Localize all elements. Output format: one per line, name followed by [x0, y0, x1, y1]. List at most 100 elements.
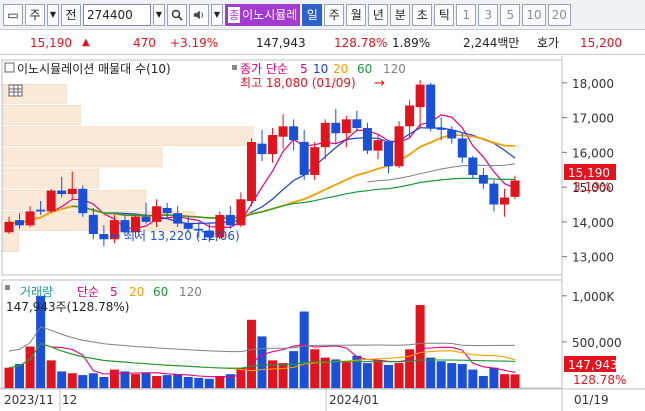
candle-body	[246, 141, 256, 202]
volume-bar	[436, 361, 446, 388]
candle-body	[415, 84, 425, 108]
price-panel-title: 이노시뮬레이션 매물대 수(10)	[17, 62, 171, 76]
volume-bar	[310, 349, 320, 388]
vol-ma-prefix: 단순	[77, 285, 99, 299]
last-pct-tag: 3.19%	[573, 180, 611, 194]
candle-body	[426, 84, 436, 129]
candle-body	[88, 214, 98, 235]
candle-body	[162, 207, 172, 214]
volume-tick-label: 1,000K	[572, 290, 615, 304]
type-dropdown-icon[interactable]: ▼	[47, 3, 59, 26]
search-icon[interactable]	[167, 3, 187, 26]
code-input[interactable]: 274400	[83, 3, 151, 26]
candle-body	[499, 197, 509, 205]
candle-body	[457, 138, 467, 158]
chart-area: 13,000 14,000 15,000 16,000 17,000 18,000 500,…	[0, 56, 645, 411]
volume-bar	[394, 363, 404, 388]
volume-bar	[88, 373, 98, 388]
volume-bar	[4, 367, 14, 388]
volume-bar	[373, 360, 383, 388]
period-tick[interactable]: 틱	[434, 3, 455, 26]
speaker-icon[interactable]	[189, 3, 209, 26]
candle-body	[468, 157, 478, 175]
volume-bar	[426, 357, 436, 388]
period-week[interactable]: 주	[324, 3, 345, 26]
volume-bar	[15, 364, 25, 388]
volume-bar	[510, 374, 520, 388]
volume-bar	[468, 369, 478, 388]
candle-body	[173, 213, 183, 224]
interval-5[interactable]: 5	[500, 3, 521, 26]
volume-marker-icon	[5, 285, 10, 290]
price-tick-label: 18,000	[572, 77, 614, 91]
volume-bar	[489, 367, 499, 388]
speaker-dropdown-icon[interactable]: ▼	[211, 3, 223, 26]
current-price: 15,190	[30, 35, 72, 50]
candle-body	[510, 180, 520, 197]
up-triangle-icon: ▲	[82, 37, 90, 48]
period-minute[interactable]: 분	[390, 3, 411, 26]
interval-3[interactable]: 3	[478, 3, 499, 26]
code-dropdown-icon[interactable]: ▼	[153, 3, 165, 26]
candle-body	[299, 141, 309, 175]
volume-ratio: 128.78%	[334, 35, 388, 50]
volume-bar	[194, 377, 204, 388]
price-tick-label: 16,000	[572, 146, 614, 160]
interval-20[interactable]: 20	[547, 3, 571, 26]
previous-button[interactable]: 전	[61, 3, 81, 26]
last-volume-label: 147,943주(128.78%)	[6, 300, 129, 314]
candle-body	[310, 147, 320, 175]
volume-value: 147,943	[256, 35, 306, 50]
volume-tick-label: 500,000	[572, 336, 622, 350]
table-icon	[8, 84, 23, 97]
candle-body	[489, 183, 499, 205]
candle-body	[57, 190, 67, 195]
ma-period-60: 60	[357, 62, 372, 76]
candle-body	[25, 211, 35, 226]
period-day[interactable]: 일	[302, 3, 323, 26]
vol-ma-60: 60	[153, 285, 168, 299]
last-price-tag: 15,190	[568, 166, 610, 180]
vol-ma-120: 120	[179, 285, 202, 299]
interval-10[interactable]: 10	[522, 3, 546, 26]
price-tick-label: 17,000	[572, 112, 614, 126]
volume-bar	[289, 351, 299, 388]
volume-bar	[109, 369, 119, 388]
interval-1[interactable]: 1	[456, 3, 477, 26]
low-arrow-icon: ←	[110, 229, 121, 244]
volume-bar	[141, 372, 151, 388]
volume-bar	[152, 376, 162, 388]
volume-bar	[25, 346, 35, 388]
price-bar: 15,190 ▲ 470 +3.19% 147,943 128.78% 1.89…	[0, 31, 645, 55]
price-tick-label: 13,000	[572, 251, 614, 265]
x-label-jan: 2024/01	[329, 393, 379, 407]
ma-label-prefix: 종가 단순	[240, 62, 288, 76]
candle-body	[362, 128, 372, 151]
stock-chart[interactable]: 13,00014,00015,00016,00017,00018,000500,…	[0, 56, 645, 411]
volume-panel-title: 거래량	[20, 285, 53, 299]
ma-period-120: 120	[383, 62, 406, 76]
volume-bar	[331, 359, 341, 388]
stock-name[interactable]: 종 이노시뮬레	[225, 3, 301, 26]
ma-period-20: 20	[333, 62, 348, 76]
volume-bar	[246, 319, 256, 388]
ma-period-10: 10	[313, 62, 328, 76]
volume-bar	[257, 336, 267, 388]
volume-bar	[46, 360, 56, 388]
candle-body	[15, 220, 25, 226]
candle-body	[478, 174, 488, 184]
period-month[interactable]: 월	[346, 3, 367, 26]
turnover-rate: 1.89%	[392, 35, 431, 50]
volume-bar	[162, 375, 172, 388]
price-tick-label: 14,000	[572, 216, 614, 230]
x-label-dec: 12	[62, 393, 77, 407]
vol-ma-20: 20	[129, 285, 144, 299]
window-icon[interactable]: ▭	[3, 3, 23, 26]
type-select[interactable]: 주	[25, 3, 45, 26]
volume-bar	[78, 375, 88, 388]
period-second[interactable]: 초	[412, 3, 433, 26]
candle-body	[36, 209, 46, 212]
candle-body	[99, 234, 109, 240]
period-year[interactable]: 년	[368, 3, 389, 26]
volume-bar	[415, 305, 425, 388]
